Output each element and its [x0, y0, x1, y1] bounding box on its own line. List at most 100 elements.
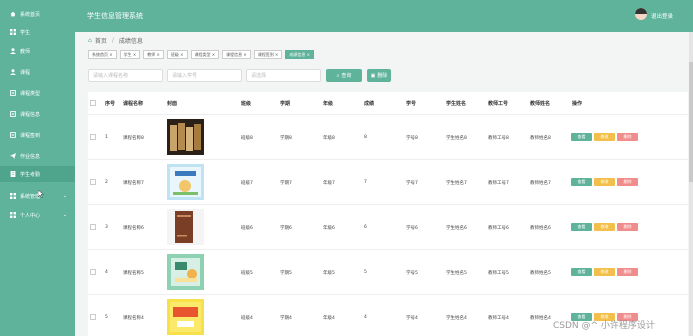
- tag-teachers[interactable]: 教师 ×: [143, 50, 164, 59]
- cell-student-no: 学号7: [406, 181, 418, 186]
- cell-score: 8: [364, 135, 367, 140]
- edit-button[interactable]: 修改: [594, 178, 615, 186]
- sidebar-item-homework[interactable]: 作业信息: [0, 148, 75, 164]
- cell-student-no: 学号8: [406, 136, 418, 141]
- tab-tags: 系统首页 × 学生 × 教师 × 班级 × 课程类型 × 课程信息 × 课程签到…: [88, 50, 314, 59]
- cell-class: 班级8: [241, 136, 253, 141]
- cell-term: 学期7: [280, 181, 292, 186]
- sidebar-item-teachers[interactable]: 教师: [0, 43, 75, 59]
- row-checkbox[interactable]: [90, 314, 96, 320]
- cell-student-name: 学生姓名6: [446, 226, 467, 231]
- breadcrumb-separator: /: [111, 37, 114, 44]
- row-checkbox[interactable]: [90, 224, 96, 230]
- view-button[interactable]: 查看: [571, 223, 592, 231]
- send-icon: [10, 153, 16, 159]
- cell-student-name: 学生姓名5: [446, 271, 467, 276]
- cover-image: [167, 209, 204, 245]
- cell-teacher-no: 教师工号7: [488, 181, 509, 186]
- cell-teacher-name: 教师姓名4: [530, 316, 551, 321]
- select-all-checkbox[interactable]: [90, 100, 96, 106]
- edit-button[interactable]: 修改: [594, 268, 615, 276]
- sidebar-item-students[interactable]: 学生: [0, 24, 75, 40]
- scrollbar-thumb[interactable]: [689, 62, 693, 182]
- book-icon: [10, 132, 16, 138]
- view-button[interactable]: 查看: [571, 178, 592, 186]
- sidebar-item-course-types[interactable]: 课程类型: [0, 85, 75, 101]
- cell-teacher-name: 教师姓名8: [530, 136, 551, 141]
- student-no-input[interactable]: 请输入学号: [167, 69, 242, 82]
- cell-no: 4: [105, 270, 108, 275]
- view-button[interactable]: 查看: [571, 268, 592, 276]
- sidebar-item-attendance[interactable]: 学生考勤: [0, 166, 75, 182]
- sidebar-item-course-info[interactable]: 课程信息: [0, 106, 75, 122]
- tag-course-info[interactable]: 课程信息 ×: [222, 50, 251, 59]
- grades-table: 序号 课程名称 封面 班级 学期 年级 成绩 学号 学生姓名 教师工号 教师姓名…: [88, 92, 688, 336]
- sidebar-item-course-signin[interactable]: 课程签到: [0, 127, 75, 143]
- view-button[interactable]: 查看: [571, 133, 592, 141]
- breadcrumb-home[interactable]: 首页: [95, 36, 107, 45]
- tag-students[interactable]: 学生 ×: [119, 50, 141, 59]
- col-header-student-no: 学号: [406, 101, 417, 107]
- grid-icon: [10, 212, 16, 218]
- delete-button[interactable]: 删除: [617, 133, 638, 141]
- cell-grade: 年级4: [323, 316, 335, 321]
- delete-button[interactable]: 删除: [617, 178, 638, 186]
- col-header-score: 成绩: [364, 101, 375, 107]
- cell-term: 学期5: [280, 271, 292, 276]
- tag-classes[interactable]: 班级 ×: [166, 50, 188, 59]
- col-header-student-name: 学生姓名: [446, 101, 467, 107]
- cell-student-no: 学号4: [406, 316, 418, 321]
- col-header-teacher-name: 教师姓名: [530, 101, 551, 107]
- cell-grade: 年级8: [323, 136, 335, 141]
- grade-select[interactable]: 请选择: [246, 69, 321, 82]
- row-checkbox[interactable]: [90, 269, 96, 275]
- row-checkbox[interactable]: [90, 134, 96, 140]
- edit-button[interactable]: 修改: [594, 223, 615, 231]
- edit-label: 修改: [600, 179, 609, 184]
- delete-button[interactable]: 删除: [617, 223, 638, 231]
- row-checkbox[interactable]: [90, 179, 96, 185]
- search-button-label: 查询: [341, 73, 352, 79]
- course-name-input[interactable]: 请输入课程名称: [88, 69, 163, 82]
- delete-label: 删除: [623, 269, 632, 274]
- delete-button-label: 删除: [377, 73, 388, 79]
- cell-course: 课程名称6: [123, 226, 144, 231]
- tag-home[interactable]: 系统首页 ×: [88, 50, 117, 59]
- sidebar-item-label: 学生考勤: [20, 171, 41, 178]
- cell-no: 1: [105, 135, 108, 140]
- delete-button[interactable]: 删除: [617, 268, 638, 276]
- cell-teacher-no: 教师工号4: [488, 316, 509, 321]
- table-row: 4 课程名称5 班级5 学期5 年级5 5 学号5 学生姓名5 教师工号5 教师…: [88, 249, 688, 294]
- tag-grades[interactable]: 成绩信息 ×: [285, 50, 314, 59]
- table-row: 2 课程名称7 班级7 学期7 年级7 7 学号7 学生姓名7 教师工号7 教师…: [88, 159, 688, 204]
- search-icon: ⌕: [336, 72, 340, 79]
- delete-label: 删除: [623, 179, 632, 184]
- table-row: 1 课程名称8 班级8 学期8 年级8 8 学号8 学生姓名8 教师工号8 教师…: [88, 114, 688, 159]
- page-scrollbar[interactable]: [689, 32, 693, 336]
- search-button[interactable]: ⌕ 查询: [326, 69, 362, 82]
- sidebar-item-profile[interactable]: 个人中心 ⌄: [0, 207, 75, 223]
- cell-student-name: 学生姓名7: [446, 181, 467, 186]
- tag-course-signin[interactable]: 课程签到 ×: [253, 50, 283, 59]
- trash-icon: ▣: [370, 72, 376, 79]
- user-icon: [10, 48, 16, 54]
- sidebar-item-label: 系统首页: [20, 11, 41, 18]
- cell-course: 课程名称5: [123, 271, 144, 276]
- avatar[interactable]: [635, 8, 647, 20]
- logout-link[interactable]: 退出登录: [651, 12, 673, 20]
- watermark: CSDN @^ 小许程序设计: [553, 321, 655, 331]
- breadcrumb-current: 成绩信息: [118, 38, 143, 45]
- edit-button[interactable]: 修改: [594, 133, 615, 141]
- col-header-course: 课程名称: [123, 101, 144, 107]
- view-label: 查看: [577, 224, 586, 229]
- sidebar-item-label: 作业信息: [20, 153, 41, 160]
- sidebar-item-home[interactable]: 系统首页: [0, 6, 75, 22]
- sidebar-item-courses[interactable]: 课程: [0, 64, 75, 80]
- chevron-down-icon: ⌄: [62, 193, 67, 199]
- table-row: 3 课程名称6 班级6 学期6 年级6 6 学号6 学生姓名6 教师工号6 教师…: [88, 204, 688, 249]
- batch-delete-button[interactable]: ▣ 删除: [367, 69, 391, 82]
- col-header-class: 班级: [241, 101, 252, 107]
- tag-course-types[interactable]: 课程类型 ×: [190, 50, 220, 59]
- cover-image: [167, 254, 204, 290]
- cell-teacher-no: 教师工号8: [488, 136, 509, 141]
